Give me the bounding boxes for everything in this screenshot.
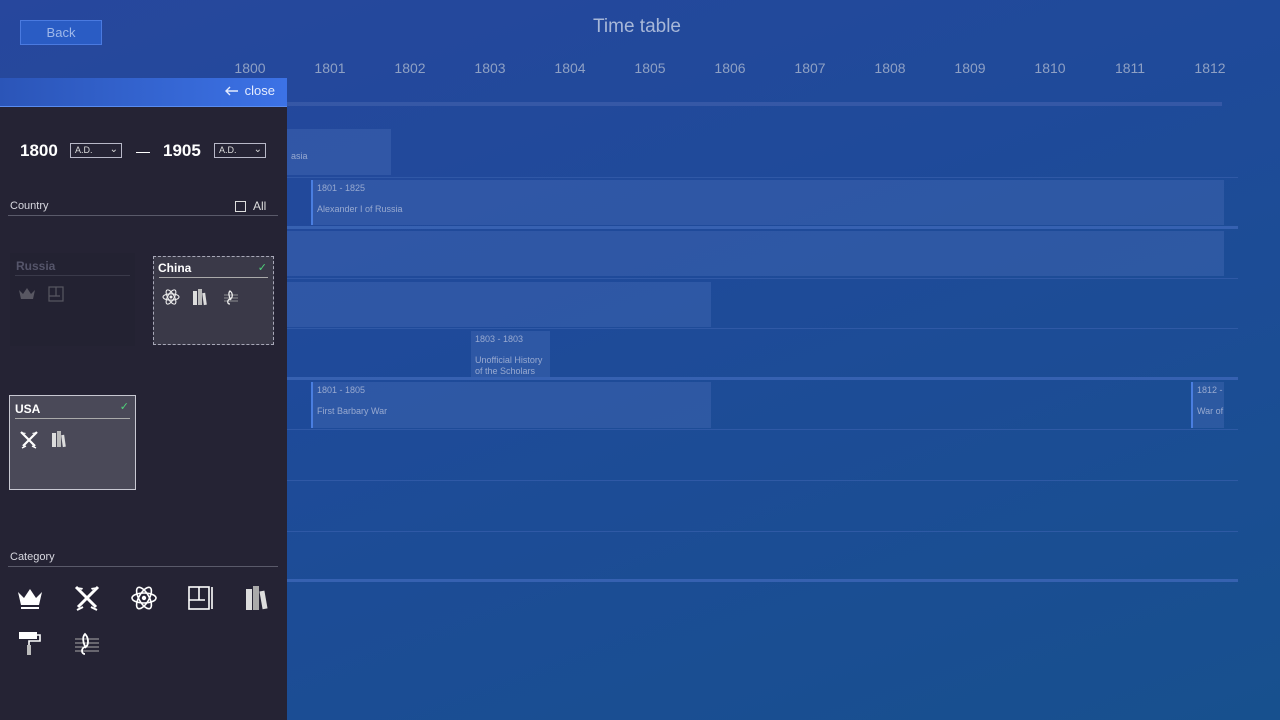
country-categories: [19, 430, 69, 450]
category-section-label: Category: [10, 551, 55, 563]
row-divider: [287, 328, 1238, 329]
books-icon[interactable]: [244, 584, 272, 612]
event-name: First Barbary War: [317, 406, 388, 416]
year-label: 1801: [314, 60, 346, 76]
row-divider: [287, 278, 1238, 279]
year-label: 1802: [394, 60, 426, 76]
close-button[interactable]: close: [224, 83, 275, 98]
row-divider: [287, 377, 1238, 380]
event-name: Alexander I of Russia: [317, 204, 403, 214]
event-dates: 1801 - 1825: [317, 183, 366, 193]
country-section-rule: [8, 215, 278, 216]
year-range: 1800 A.D. ⌄ 1905 A.D. ⌄: [20, 141, 280, 163]
country-categories: [162, 288, 240, 306]
year-label: 1800: [234, 60, 266, 76]
timeline-event[interactable]: 1801 - 1805 First Barbary War: [311, 382, 711, 428]
map-icon: [48, 286, 64, 302]
arrow-left-icon: [224, 86, 238, 95]
year-label: 1804: [554, 60, 586, 76]
card-rule: [159, 277, 268, 278]
year-label: 1810: [1034, 60, 1066, 76]
event-dates: 1803 - 1803: [475, 334, 524, 344]
year-label: 1809: [954, 60, 986, 76]
start-era-select[interactable]: A.D. ⌄: [70, 143, 122, 158]
country-name: USA: [15, 402, 41, 416]
event-dates: 1801 - 1805: [317, 385, 366, 395]
crossed-swords-icon: [20, 431, 38, 449]
all-label: All: [253, 199, 267, 213]
crossed-swords-icon[interactable]: [73, 584, 101, 612]
timeline-axis: [287, 102, 1222, 106]
card-rule: [15, 418, 130, 419]
country-card-russia[interactable]: Russia: [10, 253, 135, 346]
end-era-select[interactable]: A.D. ⌄: [214, 143, 266, 158]
timeline-event[interactable]: asia: [287, 129, 391, 175]
year-axis: 1800 1801 1802 1803 1804 1805 1806 1807 …: [0, 60, 1280, 80]
music-icon: [224, 290, 238, 305]
atom-icon: [162, 289, 180, 305]
timeline-bar[interactable]: [287, 231, 1224, 276]
country-card-usa[interactable]: USA ✓: [9, 395, 136, 490]
event-name: asia: [291, 151, 308, 161]
row-divider: [287, 429, 1238, 430]
all-checkbox[interactable]: [235, 200, 246, 212]
end-era-value: A.D.: [219, 145, 237, 155]
year-label: 1812: [1194, 60, 1226, 76]
close-label: close: [244, 83, 275, 98]
row-divider: [287, 579, 1238, 582]
start-year[interactable]: 1800: [20, 141, 58, 161]
year-label: 1803: [474, 60, 506, 76]
event-name: Unofficial History of the Scholars: [475, 355, 543, 376]
page-title: Time table: [593, 16, 681, 37]
books-icon: [193, 289, 207, 306]
map-icon[interactable]: [187, 584, 215, 612]
timeline-event[interactable]: 1803 - 1803 Unofficial History of the Sc…: [471, 331, 550, 377]
country-name: Russia: [16, 259, 56, 273]
country-card-china[interactable]: China ✓: [153, 256, 274, 345]
year-label: 1806: [714, 60, 746, 76]
books-icon: [52, 431, 66, 448]
music-icon[interactable]: [73, 629, 101, 657]
paint-roller-icon[interactable]: [16, 629, 44, 657]
country-categories: [18, 286, 64, 302]
year-label: 1807: [794, 60, 826, 76]
filter-panel: close 1800 A.D. ⌄ 1905 A.D. ⌄ Country Al…: [0, 78, 287, 720]
row-divider: [287, 480, 1238, 481]
event-name: War of: [1197, 406, 1224, 416]
range-dash: [136, 152, 150, 153]
timeline-bar[interactable]: [287, 282, 711, 327]
event-dates: 1812 -: [1197, 385, 1223, 395]
check-icon: ✓: [257, 262, 267, 274]
crown-icon[interactable]: [16, 584, 44, 612]
row-divider: [287, 531, 1238, 532]
end-year[interactable]: 1905: [163, 141, 201, 161]
crown-icon: [19, 288, 35, 299]
row-divider: [287, 177, 1238, 178]
year-label: 1805: [634, 60, 666, 76]
year-label: 1808: [874, 60, 906, 76]
card-rule: [15, 275, 130, 276]
timeline-event[interactable]: 1812 - War of: [1191, 382, 1224, 428]
filter-panel-header: close: [0, 78, 287, 107]
timeline-event[interactable]: 1801 - 1825 Alexander I of Russia: [311, 180, 1224, 225]
all-countries-toggle[interactable]: All: [235, 199, 266, 213]
start-era-value: A.D.: [75, 145, 93, 155]
country-name: China: [158, 261, 192, 275]
chevron-down-icon: ⌄: [109, 144, 118, 155]
row-divider: [287, 226, 1238, 229]
country-section-label: Country: [10, 200, 49, 212]
category-section-rule: [8, 566, 278, 567]
check-icon: ✓: [119, 401, 129, 413]
chevron-down-icon: ⌄: [253, 144, 262, 155]
year-label: 1811: [1114, 60, 1146, 76]
atom-icon[interactable]: [130, 584, 158, 612]
